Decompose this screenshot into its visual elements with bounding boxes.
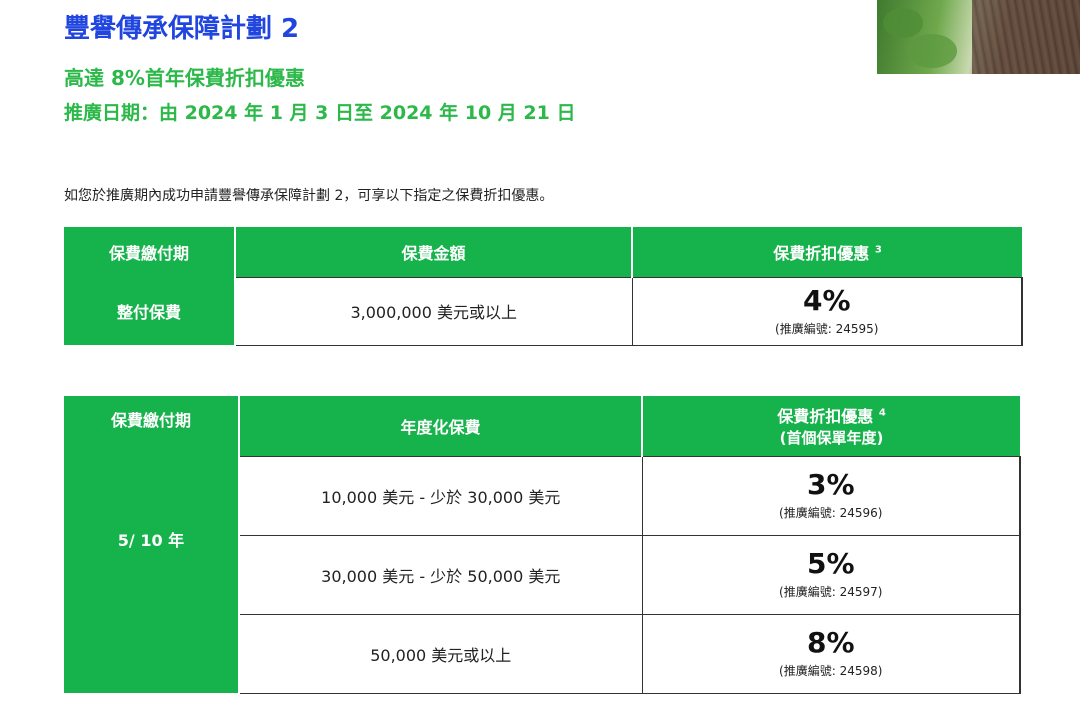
tree-photo bbox=[877, 0, 1080, 74]
tree-bark bbox=[972, 0, 1080, 74]
foliage-shape bbox=[907, 34, 957, 68]
premium-period-cell: 整付保費 bbox=[64, 277, 236, 345]
header-premium-period: 保費繳付期 bbox=[64, 227, 236, 277]
header-annualized-premium: 年度化保費 bbox=[239, 396, 643, 456]
discount-rate: 3% bbox=[806, 468, 855, 501]
header-discount: 保費折扣優惠 3 bbox=[632, 227, 1022, 277]
header-discount-label: 保費折扣優惠 bbox=[773, 243, 870, 263]
discount-rate: 8% bbox=[806, 626, 855, 659]
promo-code: (推廣編號: 24597) bbox=[779, 585, 883, 599]
discount-rate: 4% bbox=[802, 283, 851, 317]
premium-amount-cell: 10,000 美元 - 少於 30,000 美元 bbox=[238, 455, 643, 536]
page-title: 豐譽傳承保障計劃 2 bbox=[64, 14, 300, 44]
discount-cell: 5% (推廣編號: 24597) bbox=[641, 534, 1021, 615]
header-discount-title: 保費折扣優惠 4 bbox=[643, 403, 1020, 427]
footnote-marker: 4 bbox=[878, 407, 886, 419]
header-premium-period: 保費繳付期 bbox=[110, 410, 191, 430]
discount-cell: 3% (推廣編號: 24596) bbox=[641, 455, 1021, 536]
premium-period-wrap: 保費繳付期 5/ 10 年 bbox=[64, 397, 238, 693]
foliage-shape bbox=[883, 8, 923, 38]
header-discount: 保費折扣優惠 4 (首個保單年度) bbox=[642, 396, 1020, 456]
discount-cell: 4% (推廣編號: 24595) bbox=[631, 276, 1023, 346]
single-premium-table: 保費繳付期 保費金額 保費折扣優惠 3 整付保費 3,000,000 美元或以上… bbox=[64, 227, 1023, 346]
promo-code: (推廣編號: 24595) bbox=[775, 321, 879, 336]
offer-headline: 高達 8%首年保費折扣優惠 bbox=[64, 66, 305, 90]
annualized-premium-table: 保費繳付期 5/ 10 年 年度化保費 保費折扣優惠 4 (首個保單年度) 10… bbox=[64, 396, 1021, 694]
table-row: 整付保費 3,000,000 美元或以上 4% (推廣編號: 24595) bbox=[64, 276, 1023, 346]
premium-amount-cell: 30,000 美元 - 少於 50,000 美元 bbox=[238, 534, 643, 615]
premium-amount-cell: 3,000,000 美元或以上 bbox=[234, 276, 633, 346]
discount-cell: 8% (推廣編號: 24598) bbox=[641, 613, 1021, 694]
header-premium-amount: 保費金額 bbox=[235, 227, 633, 277]
premium-period-cell: 保費繳付期 5/ 10 年 bbox=[64, 396, 240, 693]
footnote-marker: 3 bbox=[874, 244, 882, 256]
promo-code: (推廣編號: 24598) bbox=[779, 664, 883, 678]
promotion-period: 推廣日期：由 2024 年 1 月 3 日至 2024 年 10 月 21 日 bbox=[64, 102, 576, 124]
header-discount-label: 保費折扣優惠 bbox=[777, 407, 874, 427]
header-discount-sub: (首個保單年度) bbox=[779, 429, 884, 448]
table-header-row: 保費繳付期 保費金額 保費折扣優惠 3 bbox=[64, 227, 1022, 277]
table-header-row: 保費繳付期 5/ 10 年 年度化保費 保費折扣優惠 4 (首個保單年度) bbox=[64, 396, 1020, 693]
promo-code: (推廣編號: 24596) bbox=[779, 506, 883, 520]
discount-rate: 5% bbox=[806, 547, 855, 580]
intro-text: 如您於推廣期內成功申請豐譽傳承保障計劃 2，可享以下指定之保費折扣優惠。 bbox=[64, 188, 554, 204]
premium-amount-cell: 50,000 美元或以上 bbox=[238, 613, 643, 694]
premium-period-value: 5/ 10 年 bbox=[117, 530, 185, 550]
